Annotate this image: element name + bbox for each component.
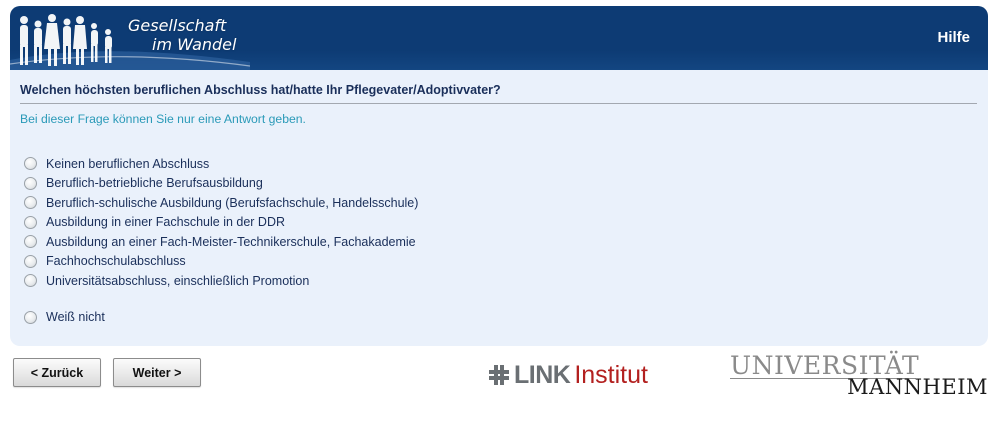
- option-label: Beruflich-schulische Ausbildung (Berufsf…: [46, 195, 419, 210]
- radio-button[interactable]: [24, 215, 37, 229]
- radio-button[interactable]: [24, 254, 37, 268]
- option-fachschule-ddr[interactable]: Ausbildung in einer Fachschule in der DD…: [24, 213, 418, 233]
- university-mannheim-logo: UNIVERSITÄT MANNHEIM: [730, 352, 988, 399]
- uni-line-2: MANNHEIM: [847, 375, 988, 399]
- answer-hint: Bei dieser Frage können Sie nur eine Ant…: [20, 112, 306, 126]
- option-label: Universitätsabschluss, einschließlich Pr…: [46, 273, 310, 288]
- option-label: Weiß nicht: [46, 310, 105, 325]
- option-keinen-abschluss[interactable]: Keinen beruflichen Abschluss: [24, 154, 418, 174]
- link-wordmark: LINK: [514, 361, 571, 389]
- back-button[interactable]: < Zurück: [13, 358, 101, 387]
- radio-button[interactable]: [24, 157, 37, 171]
- option-label: Keinen beruflichen Abschluss: [46, 156, 210, 171]
- option-label: Beruflich-betriebliche Berufsausbildung: [46, 176, 263, 191]
- answer-options: Keinen beruflichen Abschluss Beruflich-b…: [24, 154, 418, 327]
- link-hash-icon: [489, 365, 509, 385]
- option-universitaet[interactable]: Universitätsabschluss, einschließlich Pr…: [24, 271, 418, 291]
- radio-button[interactable]: [24, 310, 37, 324]
- option-schulische-ausbildung[interactable]: Beruflich-schulische Ausbildung (Berufsf…: [24, 193, 418, 213]
- option-meister-technikerschule[interactable]: Ausbildung an einer Fach-Meister-Technik…: [24, 232, 418, 252]
- option-weiss-nicht[interactable]: Weiß nicht: [24, 308, 418, 328]
- next-button[interactable]: Weiter >: [113, 358, 201, 387]
- option-label: Ausbildung in einer Fachschule in der DD…: [46, 215, 286, 230]
- help-link[interactable]: Hilfe: [937, 29, 970, 46]
- site-logo-text: Gesellschaft im Wandel: [128, 16, 236, 54]
- radio-button[interactable]: [24, 235, 37, 249]
- institut-wordmark: Institut: [574, 361, 648, 389]
- survey-header: Gesellschaft im Wandel Hilfe: [10, 6, 988, 70]
- option-label: Ausbildung an einer Fach-Meister-Technik…: [46, 234, 416, 249]
- logo-line-2: im Wandel: [152, 35, 237, 54]
- people-silhouettes-icon: [20, 14, 112, 66]
- option-fachhochschule[interactable]: Fachhochschulabschluss: [24, 252, 418, 272]
- link-institut-logo: LINK Institut: [488, 360, 648, 390]
- radio-button[interactable]: [24, 274, 37, 288]
- question-panel: Welchen höchsten beruflichen Abschluss h…: [10, 70, 988, 346]
- logo-line-1: Gesellschaft: [128, 16, 227, 35]
- option-betriebliche-ausbildung[interactable]: Beruflich-betriebliche Berufsausbildung: [24, 174, 418, 194]
- option-label: Fachhochschulabschluss: [46, 254, 186, 269]
- radio-button[interactable]: [24, 176, 37, 190]
- question-title: Welchen höchsten beruflichen Abschluss h…: [20, 83, 977, 104]
- radio-button[interactable]: [24, 196, 37, 210]
